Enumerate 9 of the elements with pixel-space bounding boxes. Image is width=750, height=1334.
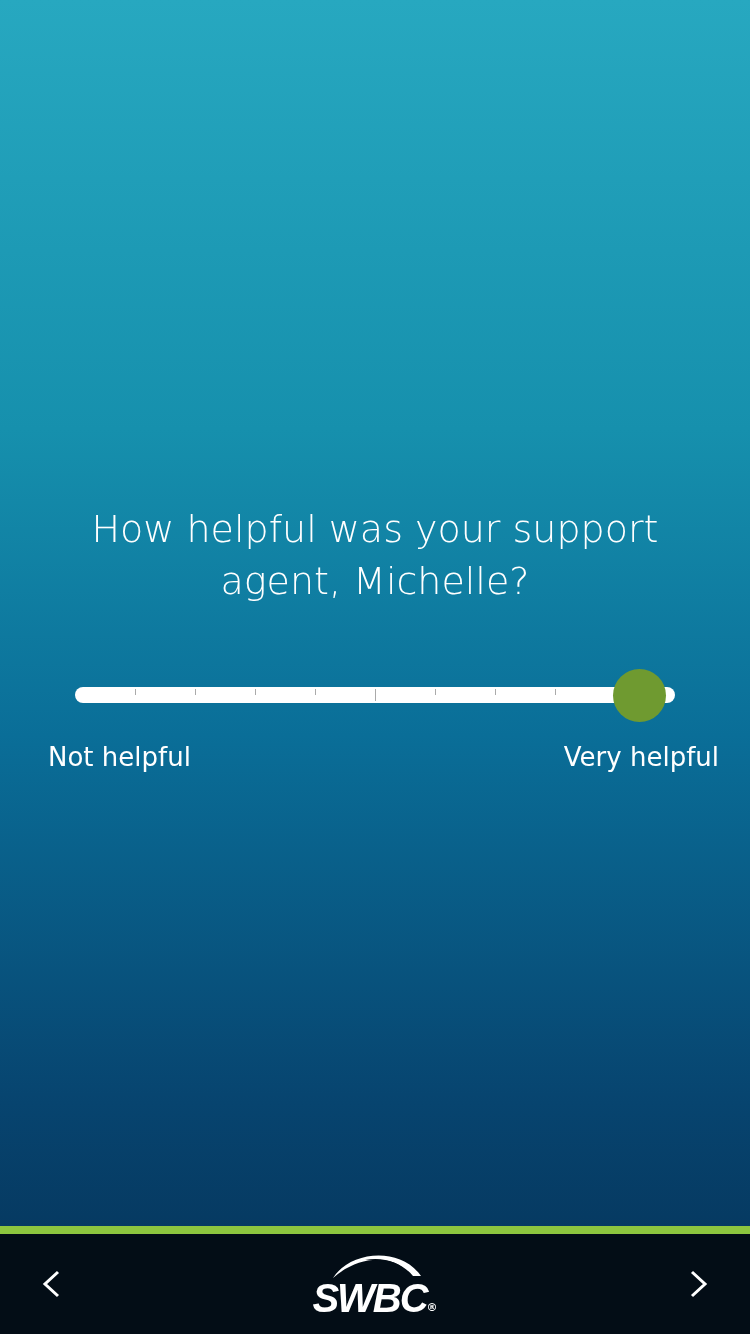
registered-mark: ®	[426, 1300, 438, 1316]
slider-thumb[interactable]	[613, 669, 666, 722]
max-label: Very helpful	[563, 741, 719, 774]
logo-text: SWBC	[312, 1280, 427, 1316]
forward-icon[interactable]	[688, 1270, 710, 1298]
question-text: How helpful was your support agent, Michelle?	[90, 506, 660, 605]
rating-slider[interactable]	[75, 669, 675, 722]
back-icon[interactable]	[40, 1270, 62, 1298]
min-label: Not helpful	[48, 741, 191, 774]
